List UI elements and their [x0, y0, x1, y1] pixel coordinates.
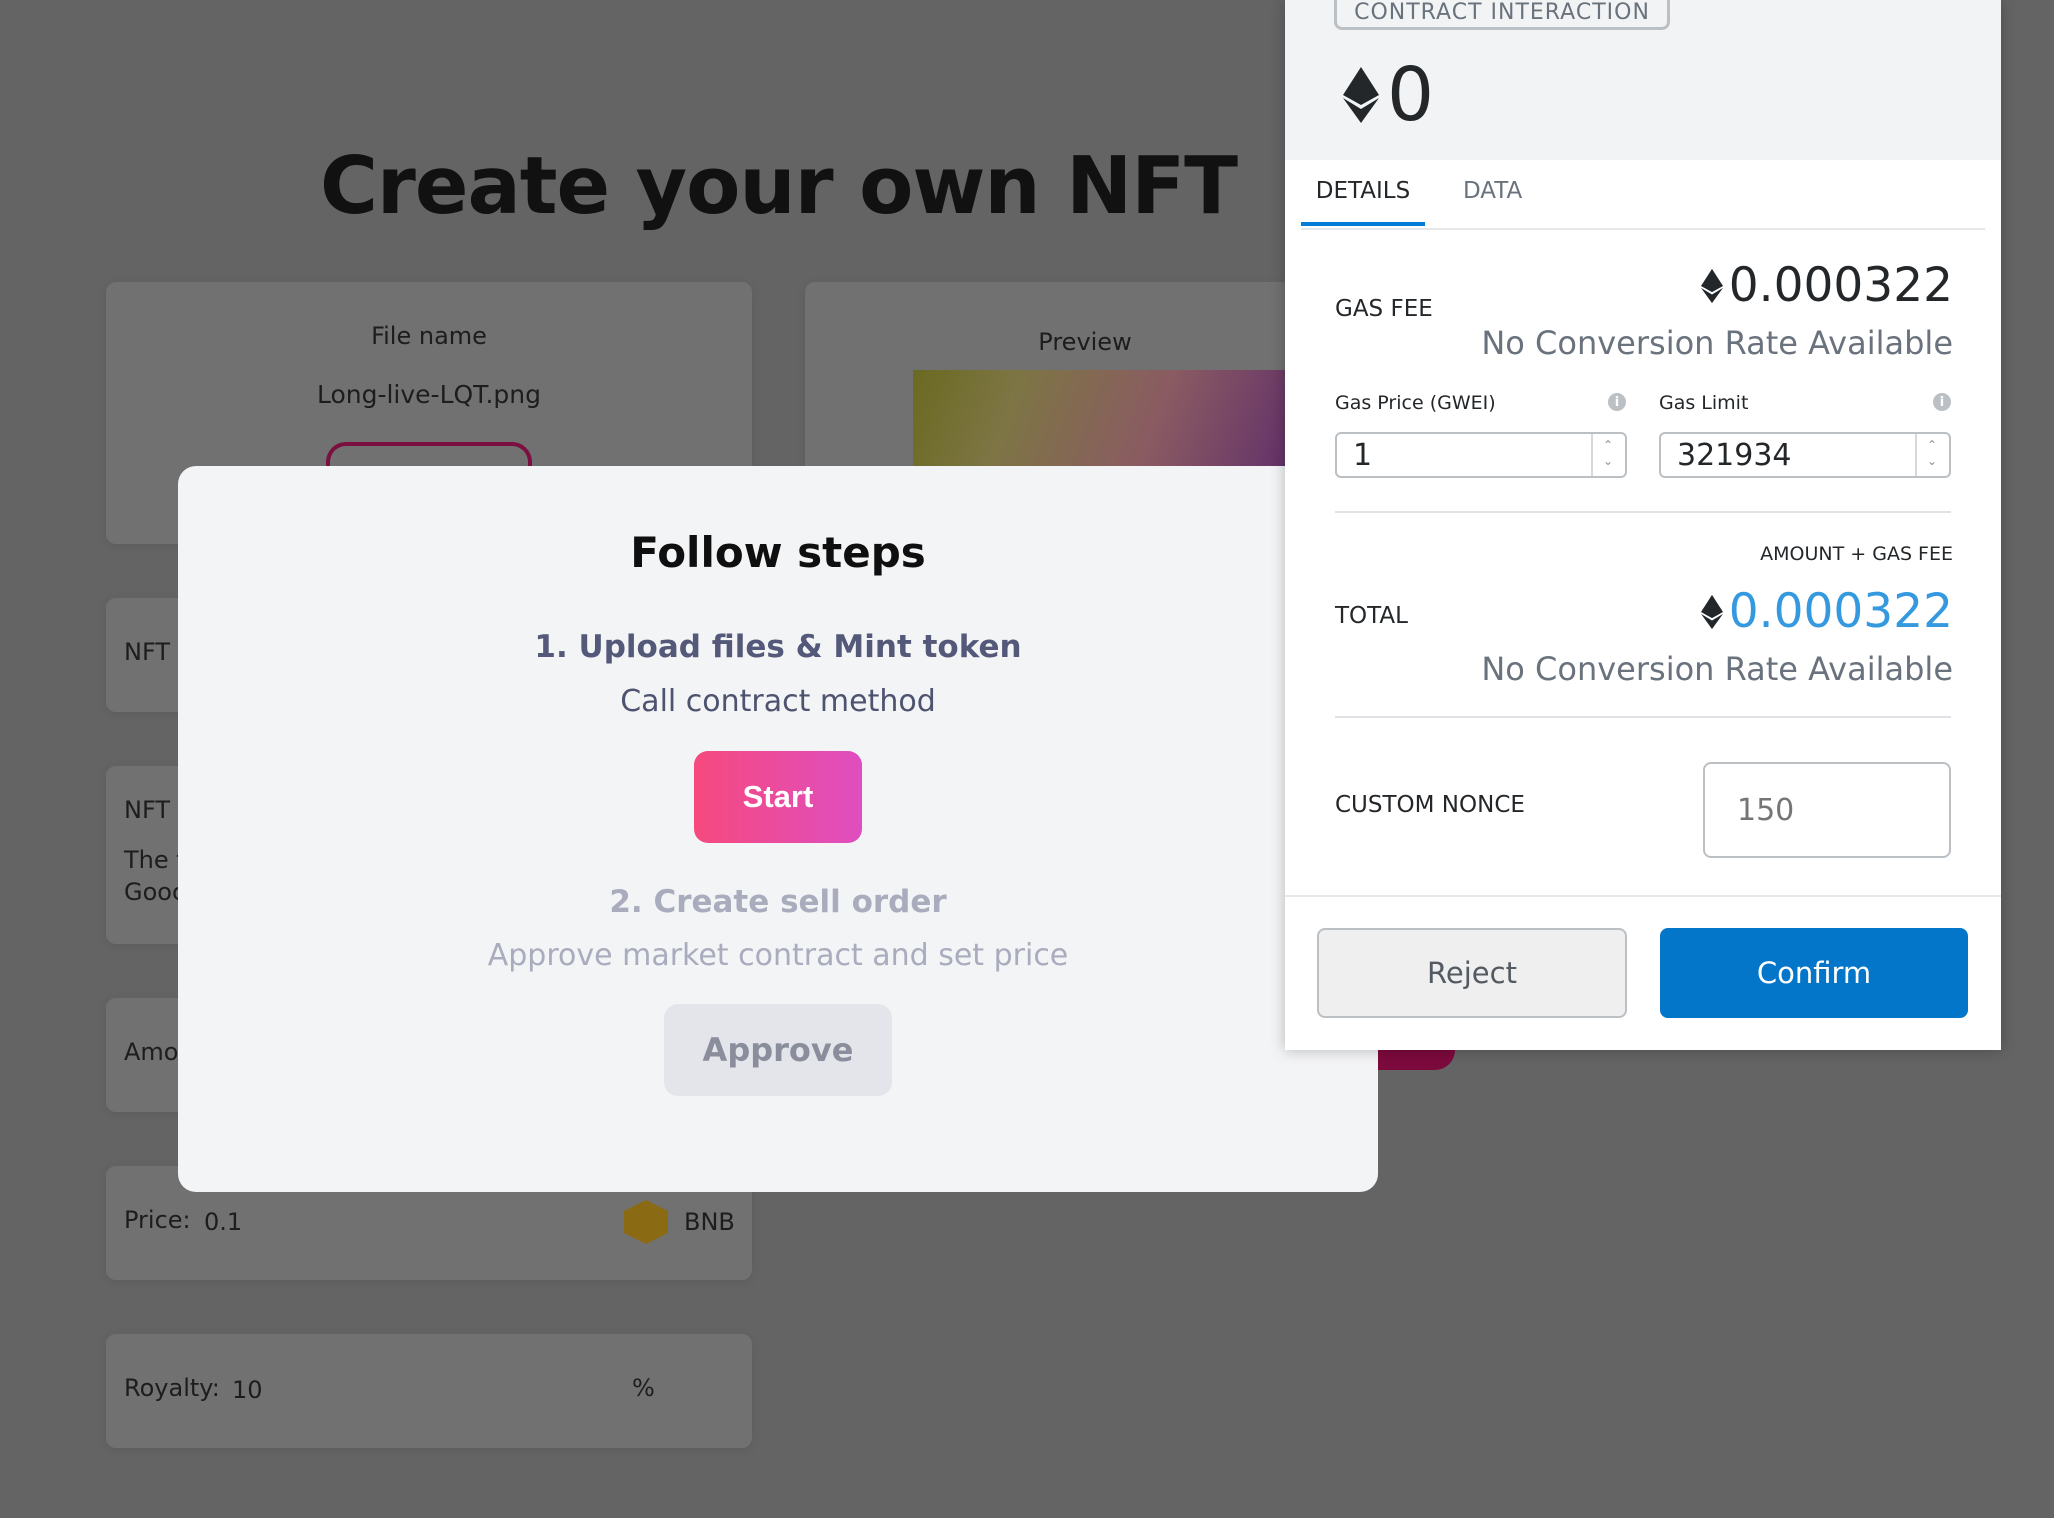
confirm-button[interactable]: Confirm: [1660, 928, 1968, 1018]
footer-divider: [1285, 895, 2001, 897]
gas-price-field: ⌃⌄: [1335, 432, 1627, 478]
total-conversion: No Conversion Rate Available: [1481, 650, 1953, 688]
total-value: 0.000322: [1728, 584, 1953, 639]
nft-description-line-2: Gooc: [124, 878, 186, 906]
nft-description-label: NFT: [124, 796, 170, 824]
gas-fee-amount: 0.000322: [1700, 258, 1953, 313]
tab-bar: DETAILS DATA: [1301, 160, 1985, 230]
start-button[interactable]: Start: [694, 751, 862, 843]
follow-steps-modal: Follow steps 1. Upload files & Mint toke…: [178, 466, 1378, 1192]
royalty-unit: %: [632, 1374, 655, 1402]
approve-button[interactable]: Approve: [664, 1004, 892, 1096]
tab-data[interactable]: DATA: [1463, 178, 1522, 204]
reject-button[interactable]: Reject: [1317, 928, 1627, 1018]
divider: [1335, 511, 1951, 513]
price-currency: BNB: [684, 1208, 735, 1236]
metamask-confirm-panel: CONTRACT INTERACTION 0 DETAILS DATA GAS …: [1285, 0, 2001, 1050]
gas-fee-value: 0.000322: [1728, 258, 1953, 313]
info-icon[interactable]: i: [1933, 393, 1951, 411]
gas-fee-conversion: No Conversion Rate Available: [1481, 324, 1953, 362]
transaction-amount-value: 0: [1387, 52, 1435, 138]
gas-limit-field: ⌃⌄: [1659, 432, 1951, 478]
nft-description-line-1: The f: [124, 846, 185, 874]
eth-icon: [1700, 268, 1723, 303]
modal-title: Follow steps: [630, 528, 926, 577]
price-label: Price:: [124, 1206, 191, 1234]
step2-subtitle: Approve market contract and set price: [487, 938, 1069, 973]
step1-title: 1. Upload files & Mint token: [534, 629, 1022, 665]
gas-limit-input[interactable]: [1661, 434, 1917, 476]
preview-label: Preview: [1038, 328, 1132, 356]
gas-price-label: Gas Price (GWEI): [1335, 392, 1496, 414]
divider: [1335, 716, 1951, 718]
royalty-card: Royalty: 10 %: [106, 1334, 752, 1448]
gas-price-input[interactable]: [1337, 434, 1593, 476]
gas-price-stepper[interactable]: ⌃ ⌄: [1595, 434, 1625, 476]
gas-limit-label: Gas Limit: [1659, 392, 1749, 414]
transaction-header: CONTRACT INTERACTION 0: [1285, 0, 2001, 160]
eth-icon: [1700, 594, 1723, 629]
step2-title: 2. Create sell order: [609, 884, 947, 920]
nft-name-label: NFT: [124, 638, 170, 666]
active-tab-indicator: [1301, 222, 1425, 226]
custom-nonce-input[interactable]: [1703, 762, 1951, 858]
file-name-label: File name: [371, 322, 487, 350]
total-amount: 0.000322: [1700, 584, 1953, 639]
step1-subtitle: Call contract method: [620, 684, 936, 719]
price-input[interactable]: 0.1: [204, 1208, 242, 1236]
tab-details[interactable]: DETAILS: [1301, 178, 1425, 204]
gas-limit-stepper[interactable]: ⌃ ⌄: [1919, 434, 1949, 476]
contract-interaction-badge: CONTRACT INTERACTION: [1334, 0, 1670, 30]
custom-nonce-label: CUSTOM NONCE: [1335, 792, 1525, 818]
total-label: TOTAL: [1335, 603, 1408, 629]
royalty-input[interactable]: 10: [232, 1376, 263, 1404]
transaction-amount: 0: [1343, 52, 1434, 138]
amount-plus-gas-label: AMOUNT + GAS FEE: [1760, 543, 1953, 565]
file-name-value: Long-live-LQT.png: [316, 380, 542, 409]
eth-icon: [1343, 67, 1379, 123]
bnb-icon: [624, 1200, 668, 1244]
gas-fee-label: GAS FEE: [1335, 296, 1433, 322]
preview-image: [913, 370, 1313, 470]
royalty-label: Royalty:: [124, 1374, 220, 1402]
info-icon[interactable]: i: [1608, 393, 1626, 411]
